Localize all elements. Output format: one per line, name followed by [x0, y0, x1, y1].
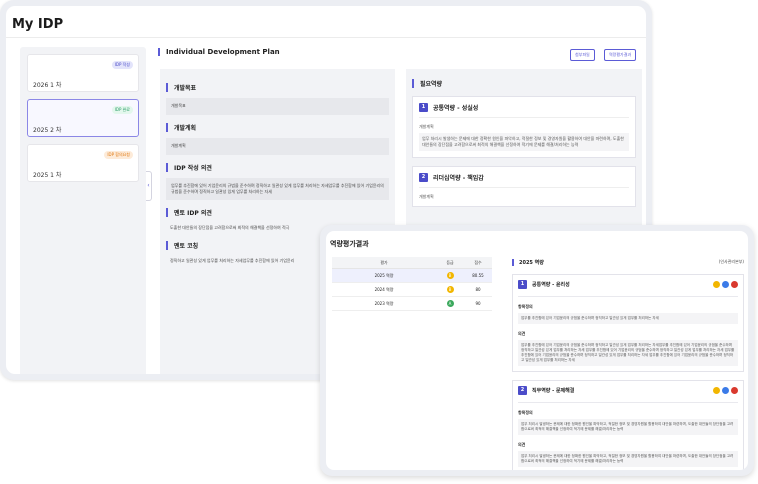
section-heading: 개발계획 [166, 123, 389, 132]
field-label: 항목정의 [518, 304, 533, 309]
plan-field[interactable]: 개발계획 [166, 138, 389, 155]
column-header: 평가 [380, 259, 388, 265]
field-label: 항목정의 [518, 410, 533, 415]
column-header: 점수 [474, 259, 482, 265]
field-label: 의견 [518, 331, 526, 336]
score-cell: 80.55 [472, 273, 484, 278]
competency-detail: 2025 역량 (인사관리본부) 1 공통역량 - 윤리성 항목정의 업무를 추… [512, 259, 744, 470]
table-row[interactable]: 2025 역량 B 80.55 [332, 269, 492, 283]
rating-dot-yellow [713, 387, 720, 394]
competency-result-content: 역량평가결과 평가 등급 점수 2025 역량 B 80.55 2024 역량 … [326, 231, 748, 470]
score-cell: 80 [475, 287, 481, 292]
section-heading: 개발목표 [166, 83, 389, 92]
idp-card-label: 2026 1 차 [33, 82, 62, 89]
field-label: 의견 [518, 442, 526, 447]
department-label: (인사관리본부) [718, 259, 744, 264]
grade-badge: B [446, 272, 454, 279]
rating-dot-blue [722, 387, 729, 394]
field-label: 개발계획 [419, 194, 434, 199]
status-badge: IDP 합의요청 [104, 151, 133, 159]
definition-text: 업무 처리시 발생하는 문제에 대한 정확한 원인을 파악하고, 적절한 정보 … [518, 419, 738, 435]
table-row[interactable]: 2024 역량 B 80 [332, 283, 492, 297]
grade-badge: B [446, 286, 454, 293]
collapse-panel-button[interactable]: ‹ [146, 171, 152, 201]
idp-card-2025-1[interactable]: IDP 합의요청 2025 1 차 [27, 144, 139, 182]
competency-result-card: 2 직무역량 - 문제해결 항목정의 업무 처리시 발생하는 문제에 대한 정확… [512, 380, 744, 470]
opinion-text: 업무 처리시 발생하는 문제에 대한 정확한 원인을 파악하고, 적절한 정보 … [518, 451, 738, 467]
competency-title: 리더십역량 - 책임감 [433, 175, 484, 182]
competency-number: 1 [419, 103, 428, 112]
chevron-left-icon: ‹ [147, 182, 150, 189]
dialog-title: 역량평가결과 [330, 240, 369, 248]
eval-cell: 2024 역량 [374, 286, 394, 292]
attachments-button[interactable]: 첨부파일 [570, 49, 595, 61]
column-header: 등급 [446, 259, 454, 265]
eval-cell: 2025 역량 [374, 272, 394, 278]
evaluation-table: 평가 등급 점수 2025 역량 B 80.55 2024 역량 B 80 20… [332, 257, 492, 311]
idp-card-label: 2025 2 차 [33, 127, 62, 134]
status-badge: IDP 작성 [111, 61, 133, 69]
competency-card: 1 공통역량 - 성실성 개발계획 업무 처리시 발생하는 문제에 대한 정확한 … [412, 96, 636, 158]
competency-card: 2 리더십역량 - 책임감 개발계획 [412, 166, 636, 207]
idp-period-list: IDP 작성 2026 1 차 IDP 완료 2025 2 차 IDP 합의요청… [20, 47, 146, 374]
section-heading: IDP 작성 의견 [166, 163, 389, 172]
table-row[interactable]: 2023 역량 A 90 [332, 297, 492, 311]
competency-title: 직무역량 - 문제해결 [532, 388, 575, 394]
detail-heading: 2025 역량 [519, 260, 544, 266]
rating-dot-red [731, 281, 738, 288]
header-divider [6, 37, 646, 38]
competency-title: 공통역량 - 윤리성 [532, 282, 570, 288]
table-header: 평가 등급 점수 [332, 257, 492, 269]
idp-card-2026-1[interactable]: IDP 작성 2026 1 차 [27, 54, 139, 92]
competency-title: 공통역량 - 성실성 [433, 105, 479, 112]
idp-card-label: 2025 1 차 [33, 172, 62, 179]
competency-result-card: 1 공통역량 - 윤리성 항목정의 업무를 추진함에 있어 기업윤리의 규범을 … [512, 274, 744, 372]
plan-title: Individual Development Plan [158, 48, 280, 56]
goal-field[interactable]: 개발목표 [166, 98, 389, 115]
writer-opinion-text: 업무를 추진함에 있어 기업윤리의 규범을 준수하며 정직하고 일관성 있게 업… [166, 178, 389, 200]
grade-badge: A [446, 300, 454, 307]
plan-text: 업무 처리시 발생하는 문제에 대한 정확한 원인을 파악하고, 적절한 정보 … [419, 133, 629, 151]
section-heading: 필요역량 [412, 79, 636, 88]
competency-number: 2 [419, 173, 428, 182]
field-label: 개발계획 [419, 124, 434, 129]
competency-result-button[interactable]: 역량평가결과 [604, 49, 637, 61]
rating-dot-red [731, 387, 738, 394]
section-heading: 멘토 IDP 의견 [166, 208, 389, 217]
rating-dot-blue [722, 281, 729, 288]
score-cell: 90 [475, 301, 481, 306]
eval-cell: 2023 역량 [374, 300, 394, 306]
page-title: My IDP [12, 17, 64, 32]
definition-text: 업무를 추진함에 있어 기업윤리의 규범을 준수하며 정직하고 일관성 있게 업… [518, 313, 738, 324]
competency-result-window: 역량평가결과 평가 등급 점수 2025 역량 B 80.55 2024 역량 … [320, 225, 754, 476]
competency-number: 1 [518, 280, 527, 289]
idp-card-2025-2[interactable]: IDP 완료 2025 2 차 [27, 99, 139, 137]
opinion-text: 업무를 추진함에 있어 기업윤리의 규범을 준수하며 정직하고 일관성 있게 업… [518, 340, 738, 366]
rating-dot-yellow [713, 281, 720, 288]
competency-number: 2 [518, 386, 527, 395]
status-badge: IDP 완료 [111, 106, 133, 114]
